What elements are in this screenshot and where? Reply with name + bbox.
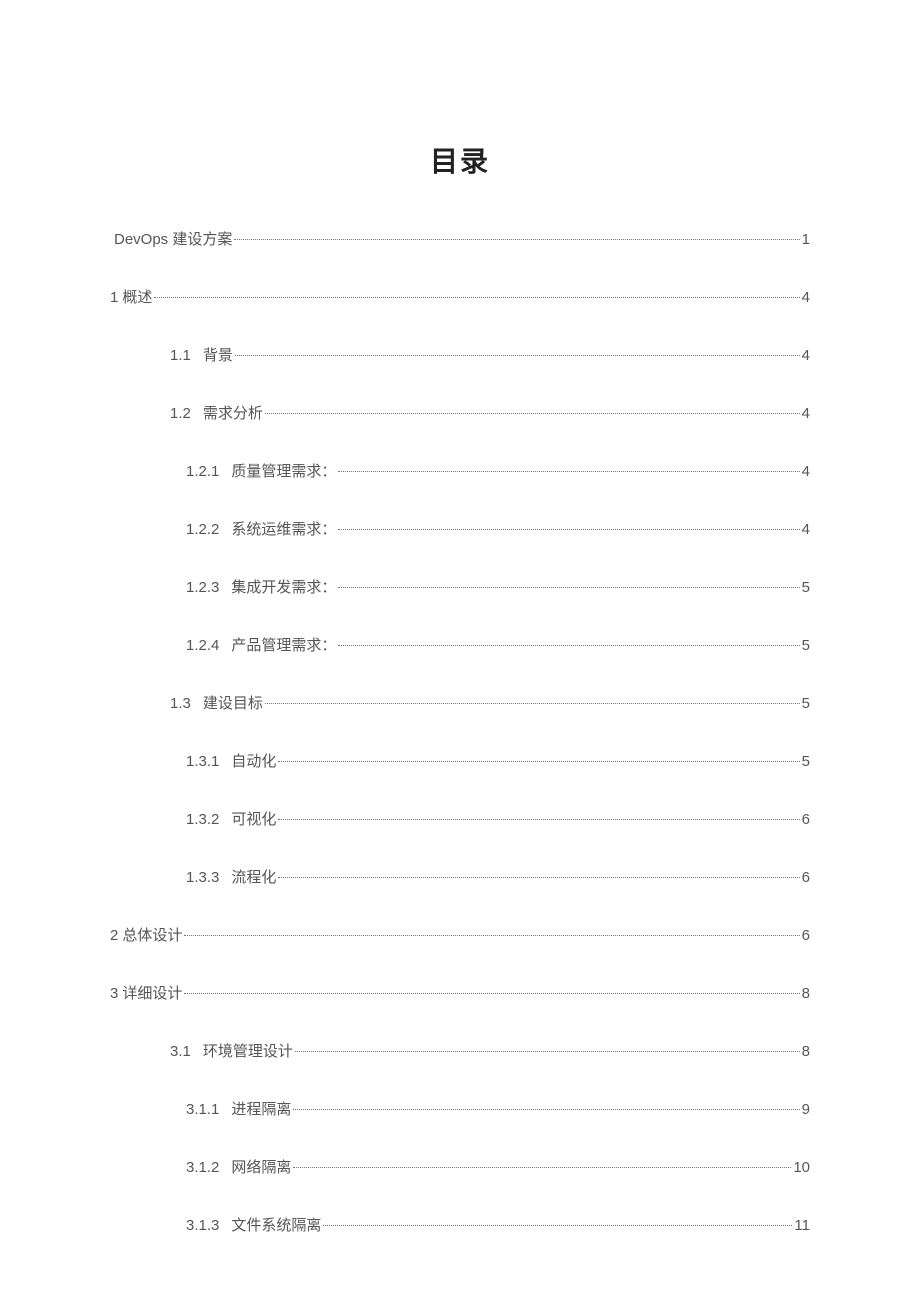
toc-entry-label: 进程隔离	[231, 1098, 291, 1119]
toc-dots-leader	[235, 355, 800, 356]
toc-entry[interactable]: 3.1.2 网络隔离 10	[186, 1156, 810, 1177]
toc-entry-number: 1.3	[170, 695, 191, 712]
toc-entry-number: 3.1.3	[186, 1217, 219, 1234]
toc-entry[interactable]: 1.3.3 流程化 6	[186, 866, 810, 887]
toc-entry-page: 4	[802, 289, 810, 306]
toc-entry-label: 自动化	[231, 750, 276, 771]
toc-entry-number: 3.1	[170, 1043, 191, 1060]
toc-dots-leader	[293, 1109, 799, 1110]
toc-entry-number: 1.3.1	[186, 753, 219, 770]
toc-entry-page: 4	[802, 347, 810, 364]
toc-entry-label: 系统运维需求：	[231, 518, 336, 539]
toc-entry[interactable]: 1.3 建设目标 5	[170, 692, 810, 713]
toc-entry-label: 文件系统隔离	[231, 1214, 321, 1235]
toc-entry-page: 5	[802, 695, 810, 712]
toc-entry[interactable]: 1.2 需求分析 4	[170, 402, 810, 423]
toc-dots-leader	[323, 1225, 792, 1226]
toc-entry-number: 1.2.1	[186, 463, 219, 480]
toc-entry[interactable]: 1.3.2 可视化 6	[186, 808, 810, 829]
toc-entry-label: 环境管理设计	[203, 1040, 293, 1061]
toc-entry-page: 4	[802, 463, 810, 480]
toc-entry-page: 5	[802, 753, 810, 770]
toc-entry[interactable]: DevOps 建设方案 1	[110, 228, 810, 249]
toc-entry-page: 9	[802, 1101, 810, 1118]
toc-entry-page: 10	[793, 1159, 810, 1176]
toc-dots-leader	[278, 877, 799, 878]
toc-dots-leader	[338, 645, 799, 646]
toc-entry-page: 4	[802, 521, 810, 538]
toc-entry[interactable]: 1.3.1 自动化 5	[186, 750, 810, 771]
toc-entry[interactable]: 1.2.3 集成开发需求： 5	[186, 576, 810, 597]
toc-entry-page: 4	[802, 405, 810, 422]
toc-dots-leader	[234, 239, 799, 240]
toc-entry-number: 3	[110, 985, 118, 1002]
toc-entry-label: 流程化	[231, 866, 276, 887]
toc-entry[interactable]: 3.1.1 进程隔离 9	[186, 1098, 810, 1119]
toc-dots-leader	[338, 587, 799, 588]
toc-entry[interactable]: 3详细设计 8	[110, 982, 810, 1003]
toc-dots-leader	[278, 761, 799, 762]
toc-entry-page: 1	[802, 231, 810, 248]
toc-container: DevOps 建设方案11概述41.1背景41.2需求分析41.2.1质量管理需…	[110, 228, 810, 1235]
toc-entry[interactable]: 2总体设计 6	[110, 924, 810, 945]
toc-entry-label: 需求分析	[203, 402, 263, 423]
toc-entry-page: 5	[802, 579, 810, 596]
toc-entry-label: 产品管理需求：	[231, 634, 336, 655]
toc-dots-leader	[265, 703, 800, 704]
toc-dots-leader	[184, 993, 799, 994]
toc-dots-leader	[338, 471, 799, 472]
toc-entry-number: 1.2.3	[186, 579, 219, 596]
toc-entry[interactable]: 3.1 环境管理设计 8	[170, 1040, 810, 1061]
toc-entry-label: 总体设计	[122, 924, 182, 945]
toc-dots-leader	[154, 297, 799, 298]
toc-entry-label: DevOps 建设方案	[114, 228, 232, 249]
toc-entry-label: 建设目标	[203, 692, 263, 713]
toc-entry[interactable]: 1.1 背景 4	[170, 344, 810, 365]
toc-dots-leader	[184, 935, 799, 936]
toc-entry-number: 1.3.3	[186, 869, 219, 886]
toc-entry-number: 1.2	[170, 405, 191, 422]
toc-entry-label: 集成开发需求：	[231, 576, 336, 597]
toc-entry-page: 5	[802, 637, 810, 654]
toc-entry-page: 6	[802, 811, 810, 828]
toc-entry-label: 概述	[122, 286, 152, 307]
toc-entry-number: 1	[110, 289, 118, 306]
toc-entry-number: 3.1.1	[186, 1101, 219, 1118]
toc-dots-leader	[295, 1051, 800, 1052]
toc-entry-page: 8	[802, 1043, 810, 1060]
toc-entry[interactable]: 1.2.1 质量管理需求： 4	[186, 460, 810, 481]
toc-entry-label: 可视化	[231, 808, 276, 829]
toc-entry-number: 3.1.2	[186, 1159, 219, 1176]
toc-entry[interactable]: 1.2.4 产品管理需求： 5	[186, 634, 810, 655]
toc-entry[interactable]: 3.1.3 文件系统隔离 11	[186, 1214, 810, 1235]
toc-dots-leader	[293, 1167, 791, 1168]
toc-entry[interactable]: 1概述 4	[110, 286, 810, 307]
toc-entry-page: 6	[802, 869, 810, 886]
toc-entry-label: 背景	[203, 344, 233, 365]
toc-entry-page: 8	[802, 985, 810, 1002]
toc-dots-leader	[278, 819, 799, 820]
toc-entry-label: 质量管理需求：	[231, 460, 336, 481]
toc-entry-number: 2	[110, 927, 118, 944]
toc-entry-number: 1.1	[170, 347, 191, 364]
toc-entry-label: 详细设计	[122, 982, 182, 1003]
toc-entry-label: 网络隔离	[231, 1156, 291, 1177]
toc-entry-number: 1.2.2	[186, 521, 219, 538]
toc-title: 目录	[110, 140, 810, 180]
toc-dots-leader	[265, 413, 800, 414]
toc-entry-number: 1.3.2	[186, 811, 219, 828]
toc-entry-page: 11	[794, 1217, 810, 1234]
toc-entry-page: 6	[802, 927, 810, 944]
toc-entry[interactable]: 1.2.2 系统运维需求： 4	[186, 518, 810, 539]
toc-dots-leader	[338, 529, 799, 530]
toc-entry-number: 1.2.4	[186, 637, 219, 654]
